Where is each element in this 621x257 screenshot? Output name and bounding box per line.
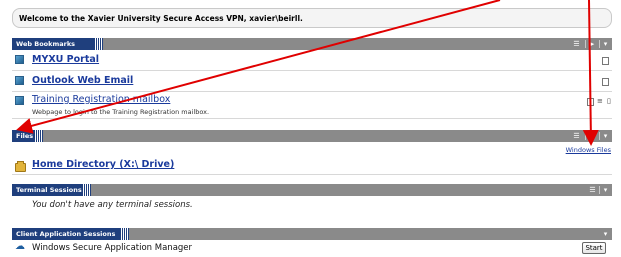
annotation-arrows: [16, 0, 599, 146]
annotation-arrow-windows-files: [582, 0, 599, 146]
annotation-arrow-files: [16, 0, 501, 134]
